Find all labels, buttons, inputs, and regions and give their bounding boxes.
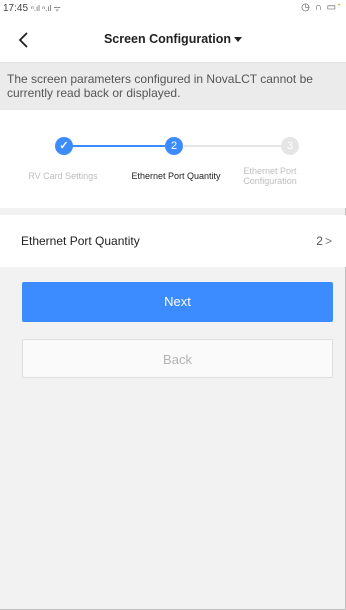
nav-bar: Screen Configuration (0, 18, 346, 62)
step-line-1 (72, 145, 174, 147)
back-button[interactable]: Back (22, 339, 333, 378)
page-title: Screen Configuration (103, 32, 232, 46)
charging-icon: ᐩ (337, 2, 342, 13)
step-3-label: Ethernet Port Configuration (243, 166, 297, 186)
alarm-icon: ◷ (301, 2, 311, 13)
step-2-label: Ethernet Port Quantity (131, 171, 221, 181)
headphones-icon: ∩ (314, 2, 323, 13)
chevron-right-icon: > (324, 234, 332, 248)
qty-value: 2 > (316, 234, 332, 248)
status-icons: ◷ ∩ ▭ᐩ (301, 2, 342, 13)
step-line-2 (184, 145, 288, 147)
step-1-label: RV Card Settings (28, 171, 98, 181)
status-bar: 17:45 ⁿ.ıl ⁿ.ıl ᯤ ◷ ∩ ▭ᐩ (0, 0, 346, 18)
signal-icon: ⁿ.ıl ⁿ.ıl ᯤ (30, 4, 61, 13)
step-2-circle: 2 (165, 137, 183, 155)
screen-configuration-dropdown[interactable]: Screen Configuration (0, 32, 346, 46)
status-time: 17:45 ⁿ.ıl ⁿ.ıl ᯤ (3, 3, 61, 14)
battery-icon: ▭ (326, 2, 338, 13)
step-indicator: ✓ 2 3 RV Card Settings Ethernet Port Qua… (0, 110, 346, 208)
next-button[interactable]: Next (22, 282, 333, 322)
step-3-circle: 3 (281, 137, 299, 155)
ethernet-port-quantity-row[interactable]: Ethernet Port Quantity 2 > (0, 215, 346, 267)
notice-text: The screen parameters configured in Nova… (7, 72, 313, 100)
info-notice: The screen parameters configured in Nova… (0, 62, 346, 111)
step-1-check-icon: ✓ (55, 137, 73, 155)
caret-down-icon (234, 37, 243, 43)
qty-label: Ethernet Port Quantity (21, 234, 140, 248)
